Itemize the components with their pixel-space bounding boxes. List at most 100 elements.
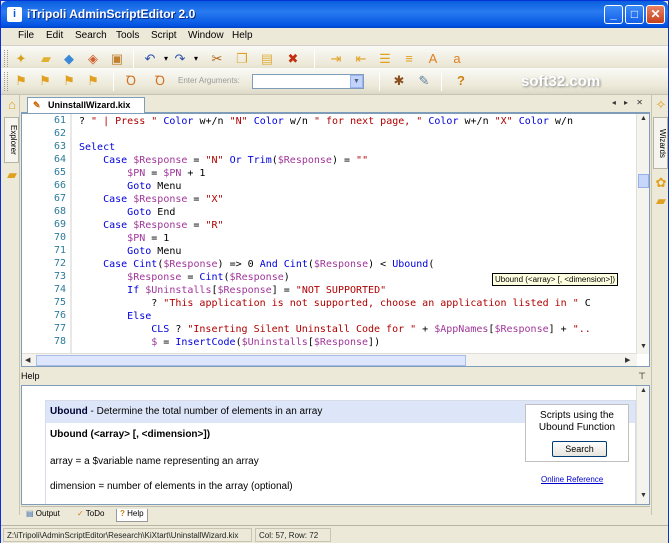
copy-icon[interactable]: ❐ xyxy=(234,51,250,67)
code-line[interactable]: ? "This application is not supported, ch… xyxy=(79,297,591,310)
tab-navigation-controls[interactable]: ◂ ▸ ✕ xyxy=(612,98,646,107)
output-icon: ▤ xyxy=(26,509,34,518)
wizard-icon[interactable]: ✧ xyxy=(653,97,669,113)
wizards-tab[interactable]: Wizards xyxy=(653,117,668,169)
save-icon[interactable]: ◆ xyxy=(61,51,77,67)
editor-horizontal-scroll-thumb[interactable] xyxy=(36,355,466,366)
menu-script[interactable]: Script xyxy=(151,30,177,41)
scroll-up-icon[interactable]: ▲ xyxy=(640,115,647,122)
arguments-input[interactable] xyxy=(252,74,364,89)
settings-icon[interactable]: ✿ xyxy=(653,175,669,191)
indent-icon[interactable]: ⇥ xyxy=(328,51,344,67)
code-line[interactable]: Case Cint($Response) => 0 And Cint($Resp… xyxy=(79,258,434,271)
undo-icon[interactable]: ↶ xyxy=(142,51,158,67)
code-line[interactable]: Goto End xyxy=(79,206,175,219)
uncomment-icon[interactable]: ≡ xyxy=(401,51,417,67)
tab-output[interactable]: ▤ Output xyxy=(23,509,63,522)
status-file-path: Z:\iTripoli\AdminScriptEditor\Research\K… xyxy=(3,528,252,542)
menu-help[interactable]: Help xyxy=(232,30,253,41)
comment-icon[interactable]: ☰ xyxy=(377,51,393,67)
run-script-icon[interactable]: Ꝺ xyxy=(123,73,139,89)
help-param-array: array = a $variable name representing an… xyxy=(50,456,259,467)
tab-help[interactable]: ? Help xyxy=(116,509,148,522)
code-line[interactable]: CLS ? "Inserting Silent Uninstall Code f… xyxy=(79,323,591,336)
debug-icon[interactable]: ✱ xyxy=(391,73,407,89)
editor-horizontal-scrollbar[interactable]: ◀ ▶ xyxy=(22,353,637,366)
arguments-dropdown-icon[interactable]: ▼ xyxy=(350,75,363,88)
code-line[interactable]: $ = InsertCode($Uninstalls[$Response]) xyxy=(79,336,380,349)
folder-icon[interactable]: ▰ xyxy=(653,193,669,209)
code-editor[interactable]: 61 62 63 64 65 66 67 68 69 70 71 72 73 74 75 76 77 78 ? "… xyxy=(21,113,650,367)
line-number: 73 xyxy=(53,271,66,282)
run-with-args-icon[interactable]: Ꝺ xyxy=(152,73,168,89)
toolbar-separator xyxy=(379,72,380,91)
script-toolbar: ⚑ ⚑ ⚑ ⚑ Ꝺ Ꝺ Enter Arguments: ▼ ✱ ✎ ? sof… xyxy=(1,68,668,95)
code-line[interactable]: Case $Response = "R" xyxy=(79,219,223,232)
line-number: 69 xyxy=(53,219,66,230)
scroll-up-icon[interactable]: ▲ xyxy=(640,387,647,394)
document-tab-strip: ✎ UninstallWizard.kix ◂ ▸ ✕ xyxy=(21,95,650,113)
code-line[interactable]: ? " | Press " Color w+/n "N" Color w/n "… xyxy=(79,115,573,128)
close-button[interactable]: ✕ xyxy=(646,5,665,24)
toolbar-grip[interactable] xyxy=(4,72,8,91)
tab-todo[interactable]: ✓ ToDo xyxy=(74,509,107,522)
code-line[interactable]: $Response = Cint($Response) xyxy=(79,271,290,284)
next-bookmark-icon[interactable]: ⚑ xyxy=(37,73,53,89)
explorer-tab[interactable]: Explorer xyxy=(4,117,19,163)
menu-window[interactable]: Window xyxy=(188,30,224,41)
toolbar-separator xyxy=(133,50,134,69)
editor-vertical-scrollbar[interactable]: ▲ ▼ xyxy=(636,114,649,354)
maximize-button[interactable]: □ xyxy=(625,5,644,24)
code-line[interactable]: Case $Response = "N" Or Trim($Response) … xyxy=(79,154,368,167)
code-line[interactable]: $PN = $PN + 1 xyxy=(79,167,205,180)
outdent-icon[interactable]: ⇤ xyxy=(353,51,369,67)
cut-icon[interactable]: ✂ xyxy=(209,51,225,67)
menu-edit[interactable]: Edit xyxy=(46,30,63,41)
code-line[interactable]: Select xyxy=(79,141,115,154)
delete-icon[interactable]: ✖ xyxy=(285,51,301,67)
scroll-down-icon[interactable]: ▼ xyxy=(640,343,647,350)
menu-file[interactable]: File xyxy=(18,30,34,41)
help-icon[interactable]: ? xyxy=(453,73,469,89)
code-area[interactable]: ? " | Press " Color w+/n "N" Color w/n "… xyxy=(79,114,635,354)
lowercase-icon[interactable]: a xyxy=(449,51,465,67)
bottom-panel-tabs: ▤ Output ✓ ToDo ? Help xyxy=(21,506,650,522)
help-panel: Ubound - Determine the total number of e… xyxy=(21,385,650,505)
minimize-button[interactable]: _ xyxy=(604,5,623,24)
folder-icon[interactable]: ▰ xyxy=(4,167,20,183)
explorer-icon[interactable]: ⌂ xyxy=(4,97,20,113)
save-all-icon[interactable]: ◈ xyxy=(85,51,101,67)
code-line[interactable]: Else xyxy=(79,310,151,323)
menu-search[interactable]: Search xyxy=(75,30,107,41)
toolbar-grip[interactable] xyxy=(4,50,8,69)
code-line[interactable]: If $Uninstalls[$Response] = "NOT SUPPORT… xyxy=(79,284,386,297)
args-label: Enter Arguments: xyxy=(178,76,240,85)
menu-tools[interactable]: Tools xyxy=(116,30,139,41)
print-icon[interactable]: ▣ xyxy=(109,51,125,67)
scroll-down-icon[interactable]: ▼ xyxy=(640,492,647,499)
prev-bookmark-icon[interactable]: ⚑ xyxy=(61,73,77,89)
code-line[interactable]: Goto Menu xyxy=(79,245,181,258)
uppercase-icon[interactable]: A xyxy=(425,51,441,67)
code-line[interactable]: Goto Menu xyxy=(79,180,181,193)
doc-tab-label: UninstallWizard.kix xyxy=(48,100,131,110)
online-reference-link[interactable]: Online Reference xyxy=(541,475,603,484)
code-line[interactable]: $PN = 1 xyxy=(79,232,169,245)
tools-icon[interactable]: ✎ xyxy=(416,73,432,89)
code-line[interactable]: Case $Response = "X" xyxy=(79,193,223,206)
pin-icon[interactable]: ⊤ xyxy=(638,371,646,382)
new-file-icon[interactable]: ✦ xyxy=(13,51,29,67)
scroll-right-icon[interactable]: ▶ xyxy=(625,356,630,364)
scroll-left-icon[interactable]: ◀ xyxy=(25,356,30,364)
bookmark-icon[interactable]: ⚑ xyxy=(13,73,29,89)
paste-icon[interactable]: ▤ xyxy=(259,51,275,67)
redo-icon[interactable]: ↷ xyxy=(172,51,188,67)
window-title: iTripoli AdminScriptEditor 2.0 xyxy=(27,7,196,21)
search-button[interactable]: Search xyxy=(552,441,607,457)
clear-bookmarks-icon[interactable]: ⚑ xyxy=(85,73,101,89)
doc-tab-uninstallwizard[interactable]: ✎ UninstallWizard.kix xyxy=(27,97,145,113)
redo-dropdown-icon[interactable]: ▾ xyxy=(188,51,204,67)
editor-vertical-scroll-thumb[interactable] xyxy=(638,174,649,188)
open-folder-icon[interactable]: ▰ xyxy=(38,51,54,67)
help-vertical-scrollbar[interactable]: ▲ ▼ xyxy=(636,386,649,504)
